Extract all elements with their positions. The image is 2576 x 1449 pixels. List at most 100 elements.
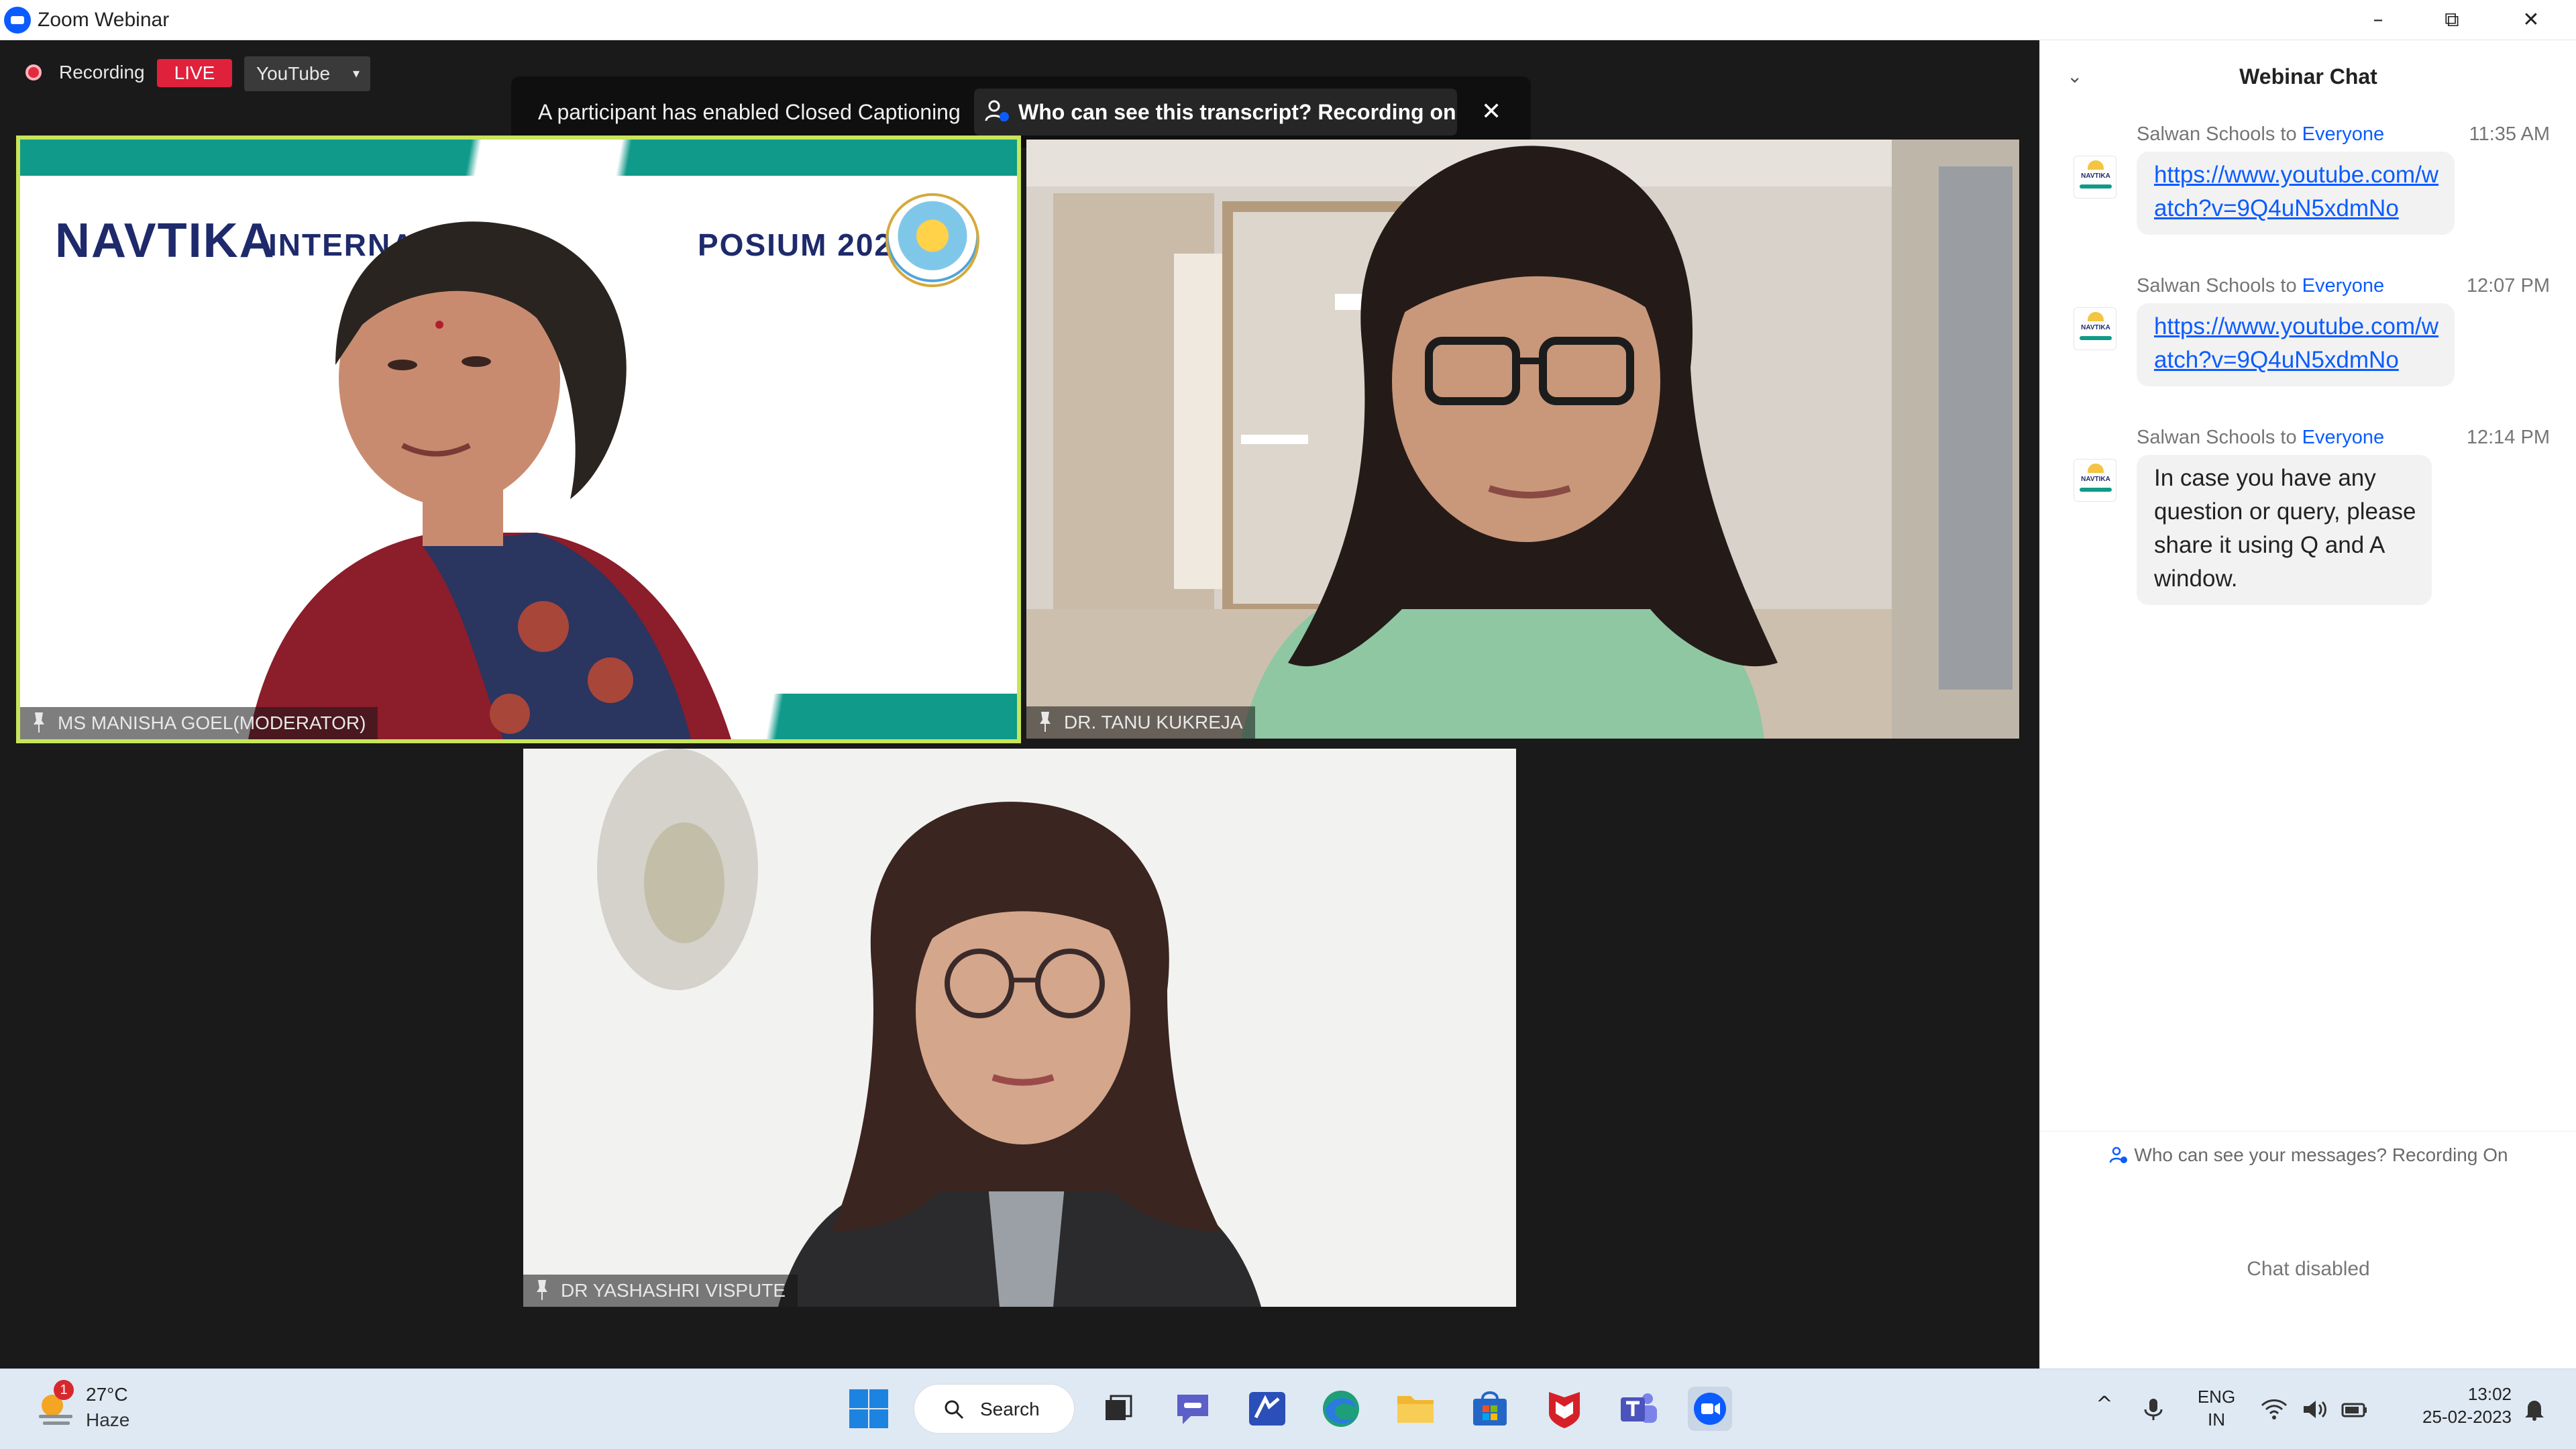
transcript-visibility-button[interactable]: Who can see this transcript? Recording o… bbox=[974, 89, 1457, 136]
stream-target-dropdown[interactable]: YouTube ▾ bbox=[244, 56, 370, 91]
avatar-sun-mark bbox=[2088, 160, 2104, 170]
clock[interactable]: 13:02 25-02-2023 bbox=[2394, 1383, 2512, 1428]
message-bubble: https://www.youtube.com/w atch?v=9Q4uN5x… bbox=[2137, 303, 2455, 386]
zoom-icon[interactable] bbox=[1688, 1387, 1732, 1431]
store-icon[interactable] bbox=[1468, 1387, 1512, 1431]
participant-name-tag: DR YASHASHRI VISPUTE bbox=[523, 1275, 798, 1307]
participant-name-tag: MS MANISHA GOEL(MODERATOR) bbox=[20, 707, 378, 739]
message-line-4: window. bbox=[2154, 566, 2238, 592]
to-word: to bbox=[2280, 427, 2297, 448]
message-bubble: In case you have any question or query, … bbox=[2137, 455, 2432, 605]
video-tile-moderator[interactable]: NAVTIKA INTERNA POSIUM 2023 MS MANISHA G… bbox=[16, 136, 1021, 743]
sender-avatar: NAVTIKA bbox=[2074, 156, 2116, 199]
avatar-wave-mark bbox=[2080, 336, 2112, 340]
wifi-icon[interactable] bbox=[2261, 1397, 2288, 1421]
chat-disabled-label: Chat disabled bbox=[2247, 1258, 2370, 1280]
sender-avatar: NAVTIKA bbox=[2074, 307, 2116, 350]
teams-icon[interactable] bbox=[1617, 1387, 1661, 1431]
teams-chat-icon[interactable] bbox=[1171, 1387, 1215, 1431]
show-hidden-icons-button[interactable]: ^ bbox=[2094, 1393, 2114, 1416]
video-tile-tanu-kukreja[interactable]: DR. TANU KUKREJA bbox=[1026, 140, 2019, 739]
video-tile-yashashri-vispute[interactable]: DR YASHASHRI VISPUTE bbox=[523, 749, 1516, 1307]
message-line-3: share it using Q and A bbox=[2154, 532, 2385, 558]
link-line-2: atch?v=9Q4uN5xdmNo bbox=[2154, 195, 2399, 221]
windows-taskbar: 1 27°C Haze Search ^ ENG IN 13:02 25-02-… bbox=[0, 1368, 2576, 1449]
recording-icon bbox=[25, 64, 42, 80]
message-bubble: https://www.youtube.com/w atch?v=9Q4uN5x… bbox=[2137, 152, 2455, 235]
to-word: to bbox=[2280, 275, 2297, 297]
window-title: Zoom Webinar bbox=[38, 9, 170, 31]
chevron-down-icon: ▾ bbox=[352, 66, 360, 81]
pin-icon bbox=[1040, 712, 1051, 732]
language-indicator[interactable]: ENG IN bbox=[2190, 1385, 2243, 1431]
restore-button[interactable]: ⧉ bbox=[2415, 0, 2489, 40]
windows-logo-icon bbox=[849, 1389, 868, 1408]
taskbar-search[interactable]: Search bbox=[914, 1384, 1075, 1434]
title-bar: Zoom Webinar – ⧉ ✕ bbox=[0, 0, 2576, 40]
participant-name: DR. TANU KUKREJA bbox=[1064, 712, 1243, 733]
recipient: Everyone bbox=[2302, 275, 2385, 297]
message-visibility-notice[interactable]: Who can see your messages? Recording On bbox=[2040, 1142, 2576, 1169]
participant-name: MS MANISHA GOEL(MODERATOR) bbox=[58, 712, 366, 733]
volume-icon[interactable] bbox=[2301, 1397, 2328, 1421]
stream-target-label: YouTube bbox=[256, 63, 331, 84]
webinar-chat-panel: ⌄ Webinar Chat NAVTIKA Salwan Schools to… bbox=[2039, 40, 2576, 1368]
clock-time: 13:02 bbox=[2467, 1384, 2512, 1404]
transcript-question: Who can see this transcript? Recording o… bbox=[1018, 100, 1456, 124]
avatar-sun-mark bbox=[2088, 312, 2104, 321]
message-meta: Salwan Schools to Everyone bbox=[2137, 424, 2384, 451]
message-line-1: In case you have any bbox=[2154, 465, 2376, 491]
link-line-2: atch?v=9Q4uN5xdmNo bbox=[2154, 347, 2399, 373]
region-code: IN bbox=[2208, 1409, 2225, 1430]
avatar-wave-mark bbox=[2080, 184, 2112, 189]
recipient: Everyone bbox=[2302, 123, 2385, 145]
youtube-link[interactable]: https://www.youtube.com/w atch?v=9Q4uN5x… bbox=[2154, 162, 2438, 221]
message-time: 11:35 AM bbox=[2469, 123, 2550, 145]
live-badge: LIVE bbox=[157, 59, 232, 87]
participant-name: DR YASHASHRI VISPUTE bbox=[561, 1280, 786, 1301]
language-code: ENG bbox=[2197, 1387, 2236, 1407]
recipient: Everyone bbox=[2302, 427, 2385, 448]
weather-condition: Haze bbox=[86, 1409, 130, 1430]
message-line-2: question or query, please bbox=[2154, 498, 2416, 525]
video-stage: Recording LIVE YouTube ▾ A participant h… bbox=[0, 40, 2039, 1368]
link-line-1: https://www.youtube.com/w bbox=[2154, 313, 2439, 339]
participant-name-tag: DR. TANU KUKREJA bbox=[1026, 706, 1255, 739]
pin-icon bbox=[34, 712, 44, 733]
notification-badge: 1 bbox=[54, 1380, 74, 1400]
sender-avatar: NAVTIKA bbox=[2074, 459, 2116, 502]
clock-date: 25-02-2023 bbox=[2422, 1407, 2512, 1427]
notification-bell-icon[interactable] bbox=[2521, 1397, 2548, 1421]
file-explorer-icon[interactable] bbox=[1393, 1387, 1438, 1431]
microphone-icon[interactable] bbox=[2140, 1397, 2167, 1421]
sender-name: Salwan Schools bbox=[2137, 275, 2275, 297]
avatar-sun-mark bbox=[2088, 464, 2104, 473]
task-view-icon[interactable] bbox=[1096, 1387, 1140, 1431]
chat-divider bbox=[2040, 1131, 2576, 1132]
youtube-link[interactable]: https://www.youtube.com/w atch?v=9Q4uN5x… bbox=[2154, 313, 2438, 373]
message-meta: Salwan Schools to Everyone bbox=[2137, 272, 2384, 299]
close-window-button[interactable]: ✕ bbox=[2494, 0, 2568, 40]
chat-title: Webinar Chat bbox=[2239, 64, 2377, 89]
visibility-notice-text: Who can see your messages? Recording On bbox=[2134, 1144, 2508, 1165]
minimize-button[interactable]: – bbox=[2341, 0, 2415, 40]
temperature: 27°C bbox=[86, 1384, 128, 1405]
search-label: Search bbox=[980, 1399, 1040, 1419]
avatar-text: NAVTIKA bbox=[2081, 172, 2110, 180]
to-word: to bbox=[2280, 123, 2297, 145]
close-banner-button[interactable]: ✕ bbox=[1481, 95, 1501, 129]
sender-name: Salwan Schools bbox=[2137, 123, 2275, 145]
mcafee-icon[interactable] bbox=[1542, 1387, 1587, 1431]
battery-icon[interactable] bbox=[2341, 1397, 2368, 1421]
pin-icon bbox=[537, 1280, 547, 1300]
captioning-message: A participant has enabled Closed Caption… bbox=[538, 100, 961, 124]
edge-icon[interactable] bbox=[1319, 1387, 1363, 1431]
recording-label[interactable]: Recording bbox=[59, 60, 145, 85]
whiteboard-icon[interactable] bbox=[1245, 1387, 1289, 1431]
start-button[interactable] bbox=[847, 1387, 891, 1431]
avatar-text: NAVTIKA bbox=[2081, 476, 2110, 483]
windows-logo-icon bbox=[869, 1409, 888, 1428]
message-time: 12:07 PM bbox=[2466, 275, 2550, 297]
banner-stripe-top bbox=[20, 140, 1017, 176]
school-seal-logo bbox=[885, 193, 979, 287]
